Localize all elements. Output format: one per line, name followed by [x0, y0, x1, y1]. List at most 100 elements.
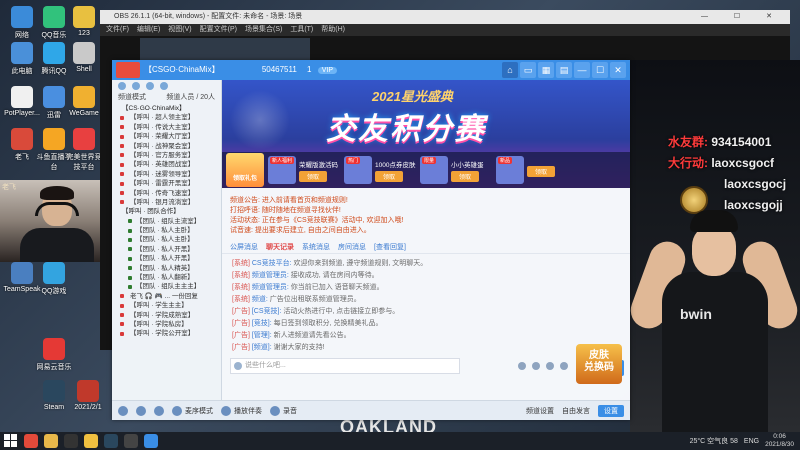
system-clock[interactable]: 0:06 2021/8/30 — [765, 433, 794, 449]
header-button[interactable]: ▭ — [520, 62, 536, 78]
channel-room[interactable]: 【呼叫 · 迷雾领导室】 — [116, 170, 217, 179]
voice-right-item[interactable]: 自由发言 — [562, 406, 590, 416]
channel-room[interactable]: 【呼叫 · 学生主主】 — [116, 301, 217, 310]
message-source[interactable]: [频道]: — [252, 344, 272, 351]
channel-room[interactable]: 【团队 · 私人开黑】 — [116, 254, 217, 263]
message-source[interactable]: 频道管理员: — [252, 284, 289, 291]
obs-menu-item[interactable]: 场景集合(S) — [245, 26, 282, 33]
channel-room[interactable]: 【团队 · 私人主卧】 — [116, 235, 217, 244]
screenshot-icon[interactable] — [546, 362, 554, 370]
channel-room[interactable]: 【团队 · 私人翻新】 — [116, 273, 217, 282]
voice-control-item[interactable]: 录音 — [270, 405, 297, 416]
desktop-icon[interactable]: WeGame — [64, 86, 104, 117]
user-avatar-icon[interactable] — [118, 405, 128, 416]
message-source[interactable]: [管理]: — [252, 332, 272, 339]
channel-room[interactable]: 【团队 · 私人开黑】 — [116, 245, 217, 254]
channel-room[interactable]: 【团队 · 私人精英】 — [116, 264, 217, 273]
chat-tab[interactable]: 房间消息 — [338, 242, 366, 252]
emoji-picker-icon[interactable] — [518, 362, 526, 370]
home-icon[interactable]: ⌂ — [502, 62, 518, 78]
obs-menu-item[interactable]: 帮助(H) — [321, 26, 345, 33]
input-method-indicator[interactable]: ENG — [744, 438, 759, 445]
settings-button[interactable]: 设置 — [598, 404, 624, 417]
obs-menu-item[interactable]: 视图(V) — [168, 26, 191, 33]
chat-tab[interactable]: 公屏消息 — [230, 242, 258, 252]
header-button[interactable]: ☐ — [592, 62, 608, 78]
obs-menu-item[interactable]: 编辑(E) — [137, 26, 160, 33]
claim-button[interactable]: 领取 — [299, 170, 327, 182]
channel-room[interactable]: 【呼叫 · 超人领主室】 — [116, 113, 217, 122]
header-button[interactable]: ▦ — [538, 62, 554, 78]
vip-badge[interactable]: VIP — [317, 67, 338, 74]
channel-group[interactable]: 【呼叫 · 团队合作】 — [116, 207, 217, 216]
message-source[interactable]: 频道: — [252, 296, 268, 303]
desktop-icon[interactable]: Shell — [64, 42, 104, 73]
desktop-icon[interactable]: 2021/2/1 — [68, 380, 108, 411]
windows-start-icon[interactable] — [4, 434, 18, 448]
channel-room[interactable]: 【呼叫 · 官方服务室】 — [116, 151, 217, 160]
chat-tab[interactable]: 系统消息 — [302, 242, 330, 252]
obs-window-controls[interactable]: — ☐ ✕ — [701, 10, 784, 24]
app-blue-taskbar-icon[interactable] — [144, 434, 158, 448]
message-source[interactable]: [竞技]: — [252, 320, 272, 327]
terminal-taskbar-icon[interactable] — [64, 434, 78, 448]
channel-room[interactable]: 【呼叫 · 银月流淌室】 — [116, 198, 217, 207]
microphone-icon[interactable] — [136, 405, 146, 416]
reward-item[interactable]: 新品 领取 — [496, 155, 568, 185]
channel-room[interactable]: 【团队 · 组队主主主】 — [116, 282, 217, 291]
channel-room[interactable]: 【呼叫 · 学院成熟室】 — [116, 311, 217, 320]
desktop-icon[interactable]: QQ游戏 — [34, 262, 74, 296]
image-icon[interactable] — [532, 362, 540, 370]
steam-taskbar-icon[interactable] — [104, 434, 118, 448]
channel-room[interactable]: 【呼叫 · 传说大主室】 — [116, 123, 217, 132]
message-source[interactable]: CS竞技平台: — [252, 260, 292, 267]
claim-button[interactable]: 领取 — [527, 165, 555, 177]
obs-menu-item[interactable]: 文件(F) — [106, 26, 129, 33]
desktop-icon[interactable]: 网易云音乐 — [34, 338, 74, 372]
message-source[interactable]: [CS竞技]: — [252, 308, 282, 315]
voice-control-item[interactable]: 播放伴奏 — [221, 405, 262, 416]
chat-tab[interactable]: [查看回复] — [374, 242, 406, 252]
channel-room[interactable]: 【呼叫 · 传奇飞速室】 — [116, 189, 217, 198]
header-button[interactable]: — — [574, 62, 590, 78]
channel-room[interactable]: 【呼叫 · 学院公开室】 — [116, 329, 217, 338]
chrome-taskbar-icon[interactable] — [24, 434, 38, 448]
weather-widget[interactable]: 25°C 空气良 58 — [690, 436, 738, 446]
emoji-icon[interactable] — [234, 362, 242, 370]
chat-input[interactable]: 说些什么吧... — [230, 358, 460, 374]
channel-room[interactable]: 【呼叫 · 英雄团战室】 — [116, 160, 217, 169]
gift-box-button[interactable]: 领取礼包 — [226, 153, 264, 187]
folder-taskbar-icon[interactable] — [84, 434, 98, 448]
voice-control-item[interactable]: 麦序模式 — [172, 405, 213, 416]
refresh-icon[interactable] — [160, 82, 168, 90]
search-icon[interactable] — [132, 82, 140, 90]
skin-redeem-box[interactable]: 皮肤 兑换码 — [576, 344, 622, 384]
claim-button[interactable]: 领取 — [375, 170, 403, 182]
voice-right-item[interactable]: 频道设置 — [526, 406, 554, 416]
message-source[interactable]: 频道管理员: — [252, 272, 289, 279]
obs-menu-item[interactable]: 工具(T) — [290, 26, 313, 33]
obs-menu-item[interactable]: 配置文件(P) — [200, 26, 237, 33]
settings-icon[interactable] — [146, 82, 154, 90]
channel-room[interactable]: 【呼叫 · 荣耀大厅室】 — [116, 132, 217, 141]
channel-room[interactable]: 【呼叫 · 战神聚会室】 — [116, 142, 217, 151]
obs-taskbar-icon[interactable] — [124, 434, 138, 448]
reward-item[interactable]: 热门 1000点券皮肤 领取 — [344, 155, 416, 185]
favorite-icon[interactable] — [118, 82, 126, 90]
event-banner[interactable]: 2021星光盛典 交友积分赛 领取礼包 新人福利 荣耀版激活码 领取 热门 1000点券… — [222, 80, 630, 188]
channel-room[interactable]: 【团队 · 私人主卧】 — [116, 226, 217, 235]
sidebar-members[interactable]: 频道人员 / 20人 — [166, 92, 215, 104]
sidebar-mode[interactable]: 频道模式 — [118, 92, 146, 104]
channel-group[interactable]: 【CS·GO·ChinaMix】 — [116, 104, 217, 113]
desktop-icon[interactable]: 完美世界竞技平台 — [64, 128, 104, 172]
more-icon[interactable] — [560, 362, 568, 370]
reward-item[interactable]: 限量 小小英雄蛋 领取 — [420, 155, 492, 185]
header-button[interactable]: ▤ — [556, 62, 572, 78]
explorer-taskbar-icon[interactable] — [44, 434, 58, 448]
reward-item[interactable]: 新人福利 荣耀版激活码 领取 — [268, 155, 340, 185]
speaker-icon[interactable] — [154, 405, 164, 416]
channel-room[interactable]: 老飞 🎧 🎮 ... 一份回复 — [116, 292, 217, 301]
claim-button[interactable]: 领取 — [451, 170, 479, 182]
desktop-icon[interactable]: 123 — [64, 6, 104, 37]
channel-room[interactable]: 【呼叫 · 雷霆开黑室】 — [116, 179, 217, 188]
